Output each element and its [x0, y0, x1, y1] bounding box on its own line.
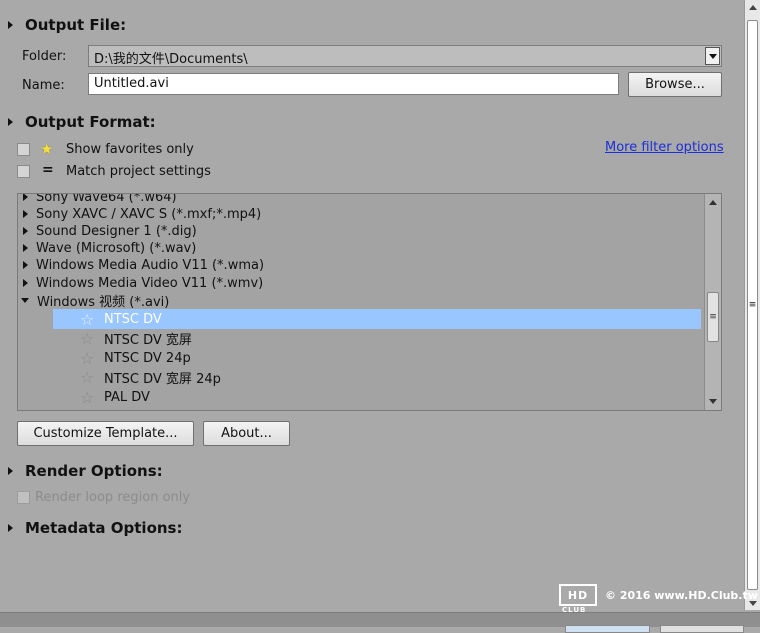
about-button[interactable]: About...	[203, 421, 290, 446]
favorite-star-icon[interactable]: ☆	[76, 310, 98, 329]
output-file-header[interactable]: Output File:	[8, 16, 126, 34]
metadata-options-heading: Metadata Options:	[25, 519, 183, 537]
show-favorites-label: Show favorites only	[66, 142, 194, 157]
list-item[interactable]: Windows Media Audio V11 (*.wma)	[23, 256, 703, 274]
render-loop-checkbox[interactable]	[17, 491, 30, 504]
template-label: NTSC DV 宽屏 24p	[104, 371, 221, 387]
match-project-checkbox[interactable]	[17, 165, 30, 178]
render-options-heading: Render Options:	[25, 462, 163, 480]
output-format-heading: Output Format:	[25, 113, 156, 131]
render-options-header[interactable]: Render Options:	[8, 462, 163, 480]
expand-arrow-icon[interactable]	[8, 524, 13, 532]
template-item[interactable]: ☆ NTSC DV	[53, 309, 701, 329]
list-item[interactable]: Sony XAVC / XAVC S (*.mxf;*.mp4)	[23, 205, 703, 223]
template-item[interactable]: ☆ NTSC DV 宽屏 24p	[53, 367, 701, 387]
output-file-heading: Output File:	[25, 16, 127, 34]
collapse-arrow-icon[interactable]	[21, 297, 29, 303]
page-scrollbar[interactable]: ≡	[744, 0, 760, 610]
scroll-thumb[interactable]: ≡	[707, 292, 719, 342]
list-item[interactable]: Sound Designer 1 (*.dig)	[23, 222, 703, 240]
scroll-thumb[interactable]: ≡	[747, 20, 758, 590]
template-label: NTSC DV 宽屏	[104, 332, 192, 348]
expand-arrow-icon[interactable]	[23, 279, 28, 287]
expand-arrow-icon[interactable]	[23, 227, 28, 235]
bottom-button[interactable]	[660, 625, 744, 633]
match-project-label: Match project settings	[66, 164, 211, 179]
format-label: Sony XAVC / XAVC S (*.mxf;*.mp4)	[36, 206, 262, 222]
expand-arrow-icon[interactable]	[8, 21, 13, 29]
expand-arrow-icon[interactable]	[8, 118, 13, 126]
folder-label: Folder:	[22, 49, 67, 64]
template-label: NTSC DV	[104, 311, 162, 327]
template-item[interactable]: ☆ NTSC DV 24p	[53, 348, 701, 368]
render-loop-label: Render loop region only	[35, 490, 191, 505]
hdclub-logo: HD	[559, 584, 597, 606]
name-label: Name:	[22, 78, 65, 93]
format-label: Windows Media Video V11 (*.wmv)	[36, 275, 264, 291]
output-format-header[interactable]: Output Format:	[8, 113, 156, 131]
scroll-up-icon[interactable]	[709, 200, 717, 205]
name-value: Untitled.avi	[94, 76, 169, 91]
bottom-button[interactable]	[565, 625, 650, 633]
list-scrollbar[interactable]: ≡	[704, 194, 721, 410]
favorite-star-icon[interactable]: ☆	[76, 388, 98, 407]
expand-arrow-icon[interactable]	[23, 261, 28, 269]
favorite-star-icon[interactable]: ☆	[76, 368, 98, 387]
favorite-star-icon[interactable]: ☆	[76, 329, 98, 348]
template-label: PAL DV	[104, 389, 150, 405]
list-item[interactable]: Windows Media Video V11 (*.wmv)	[23, 274, 703, 292]
format-label: Windows 视频 (*.avi)	[37, 294, 170, 310]
expand-arrow-icon[interactable]	[23, 244, 28, 252]
scroll-up-icon[interactable]	[749, 5, 757, 10]
show-favorites-checkbox[interactable]	[17, 143, 30, 156]
expand-arrow-icon[interactable]	[23, 194, 28, 201]
watermark: HD CLUB © 2016 www.HD.Club.tw	[559, 584, 758, 614]
scroll-down-icon[interactable]	[709, 399, 717, 404]
name-input[interactable]: Untitled.avi	[88, 73, 619, 95]
dropdown-arrow-icon[interactable]	[705, 47, 720, 65]
expand-arrow-icon[interactable]	[23, 210, 28, 218]
folder-combobox[interactable]: D:\我的文件\Documents\	[88, 45, 722, 67]
metadata-options-header[interactable]: Metadata Options:	[8, 519, 182, 537]
expand-arrow-icon[interactable]	[8, 467, 13, 475]
favorite-star-icon[interactable]: ☆	[76, 349, 98, 368]
list-item[interactable]: Windows 视频 (*.avi)	[21, 291, 703, 310]
browse-button[interactable]: Browse...	[628, 72, 722, 97]
format-label: Windows Media Audio V11 (*.wma)	[36, 257, 265, 273]
format-label: Sony Wave64 (*.w64)	[36, 193, 177, 205]
format-label: Sound Designer 1 (*.dig)	[36, 223, 197, 239]
list-item[interactable]: Wave (Microsoft) (*.wav)	[23, 239, 703, 257]
template-item[interactable]: ☆ PAL DV	[53, 387, 701, 407]
watermark-text: © 2016 www.HD.Club.tw	[605, 588, 758, 602]
template-item[interactable]: ☆ NTSC DV 宽屏	[53, 328, 701, 348]
format-label: Wave (Microsoft) (*.wav)	[36, 240, 197, 256]
more-filter-options-link[interactable]: More filter options	[605, 140, 724, 155]
folder-value: D:\我的文件\Documents\	[94, 52, 248, 67]
template-label: NTSC DV 24p	[104, 350, 191, 366]
format-list[interactable]: Sony Wave64 (*.w64) Sony XAVC / XAVC S (…	[17, 193, 722, 411]
customize-template-button[interactable]: Customize Template...	[17, 421, 194, 446]
favorite-star-icon: ★	[40, 140, 54, 158]
equals-icon: =	[42, 162, 54, 178]
